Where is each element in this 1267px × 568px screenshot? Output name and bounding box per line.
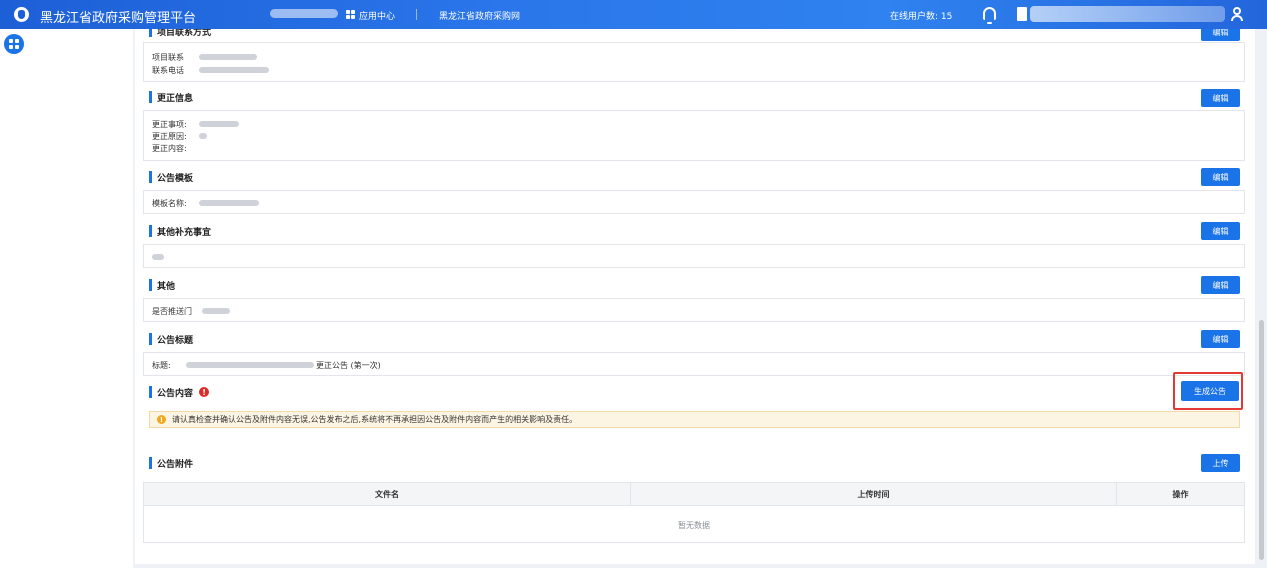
column-header-upload-time: 上传时间: [630, 483, 1116, 506]
section-accent-bar: [149, 91, 152, 103]
section-accent-bar: [149, 171, 152, 183]
redacted-value: [199, 200, 259, 206]
nav-divider: [416, 9, 417, 20]
app-center-link[interactable]: 应用中心: [359, 9, 395, 22]
redacted-nav-item: [270, 9, 338, 18]
gov-procurement-site-link[interactable]: 黑龙江省政府采购网: [439, 9, 520, 22]
main-content: 项目联系方式 编辑 项目联系 联系电话 更正信息 编辑 更正事项: 更正原因: …: [135, 29, 1255, 564]
section-accent-bar: [149, 225, 152, 237]
other-box: 是否推送门: [143, 298, 1245, 322]
notice-bar: ! 请认真检查并确认公告及附件内容无误,公告发布之后,系统将不再承担因公告及附件…: [149, 411, 1240, 428]
table-header: 文件名 上传时间 操作: [144, 483, 1244, 506]
section-header-correction: 更正信息: [149, 90, 193, 104]
warning-icon: !: [157, 415, 166, 424]
redacted-value: [202, 308, 230, 314]
field-label: 标题:: [152, 361, 171, 370]
redacted-value: [199, 121, 239, 127]
field-label: 模板名称:: [152, 199, 187, 208]
correction-box: 更正事项: 更正原因: 更正内容:: [143, 110, 1245, 161]
section-title: 公告附件: [157, 459, 194, 470]
edit-supplement-button[interactable]: 编辑: [1201, 222, 1240, 240]
menu-grid-icon[interactable]: [4, 34, 24, 54]
section-header-project-contact: 项目联系方式: [149, 29, 211, 38]
section-header-other: 其他: [149, 278, 175, 292]
column-header-actions: 操作: [1116, 483, 1244, 506]
column-header-filename: 文件名: [375, 490, 399, 499]
field-label: 项目联系: [152, 53, 184, 62]
section-title: 其他: [157, 281, 176, 292]
redacted-value: [186, 362, 314, 368]
required-warning-icon: !: [199, 387, 210, 397]
vertical-scrollbar[interactable]: [1259, 320, 1264, 560]
sidebar: [0, 29, 133, 568]
document-icon[interactable]: [1017, 7, 1027, 21]
edit-announcement-title-button[interactable]: 编辑: [1201, 330, 1240, 348]
section-header-supplement: 其他补充事宜: [149, 224, 211, 238]
field-label: 更正内容:: [152, 144, 187, 153]
section-accent-bar: [149, 457, 152, 469]
announcement-title-suffix: 更正公告 (第一次): [316, 361, 381, 370]
section-title: 公告内容: [157, 388, 194, 399]
redacted-user-info: [1030, 6, 1225, 22]
section-accent-bar: [149, 386, 152, 398]
attachments-table: 文件名 上传时间 操作 暂无数据: [143, 482, 1245, 543]
redacted-value: [152, 254, 164, 260]
field-label: 联系电话: [152, 66, 184, 75]
edit-project-contact-button[interactable]: 编辑: [1201, 29, 1240, 41]
section-accent-bar: [149, 279, 152, 291]
notice-text: 请认真检查并确认公告及附件内容无误,公告发布之后,系统将不再承担因公告及附件内容…: [172, 415, 578, 424]
section-header-content: 公告内容 !: [149, 385, 210, 399]
field-label: 更正原因:: [152, 132, 187, 141]
redacted-value: [199, 54, 257, 60]
announcement-title-box: 标题: 更正公告 (第一次): [143, 352, 1245, 376]
section-title: 项目联系方式: [157, 29, 212, 38]
redacted-value: [199, 133, 207, 139]
redacted-value: [199, 67, 269, 73]
apps-grid-icon[interactable]: [346, 10, 355, 19]
generate-announcement-button[interactable]: 生成公告: [1181, 381, 1239, 401]
edit-other-button[interactable]: 编辑: [1201, 276, 1240, 294]
section-title: 其他补充事宜: [157, 227, 212, 238]
supplement-box: [143, 244, 1245, 268]
section-title: 公告标题: [157, 335, 194, 346]
section-accent-bar: [149, 333, 152, 345]
empty-state: 暂无数据: [678, 520, 710, 530]
edit-template-button[interactable]: 编辑: [1201, 168, 1240, 186]
online-users-count: 在线用户数: 15: [890, 12, 953, 22]
edit-correction-button[interactable]: 编辑: [1201, 89, 1240, 107]
section-header-template: 公告模板: [149, 170, 193, 184]
section-header-announcement-title: 公告标题: [149, 332, 193, 346]
field-label: 是否推送门: [152, 307, 192, 316]
user-icon[interactable]: [1231, 7, 1243, 21]
section-accent-bar: [149, 29, 152, 37]
template-box: 模板名称:: [143, 190, 1245, 214]
bell-icon[interactable]: [983, 7, 996, 24]
top-bar: 黑龙江省政府采购管理平台 应用中心 黑龙江省政府采购网 在线用户数: 15: [0, 0, 1267, 29]
section-header-attachments: 公告附件: [149, 456, 193, 470]
upload-button[interactable]: 上传: [1201, 454, 1240, 472]
section-title: 更正信息: [157, 93, 194, 104]
shield-logo-icon: [14, 7, 29, 22]
project-contact-box: 项目联系 联系电话: [143, 42, 1245, 82]
section-title: 公告模板: [157, 173, 194, 184]
app-title: 黑龙江省政府采购管理平台: [40, 11, 197, 26]
field-label: 更正事项:: [152, 120, 187, 129]
